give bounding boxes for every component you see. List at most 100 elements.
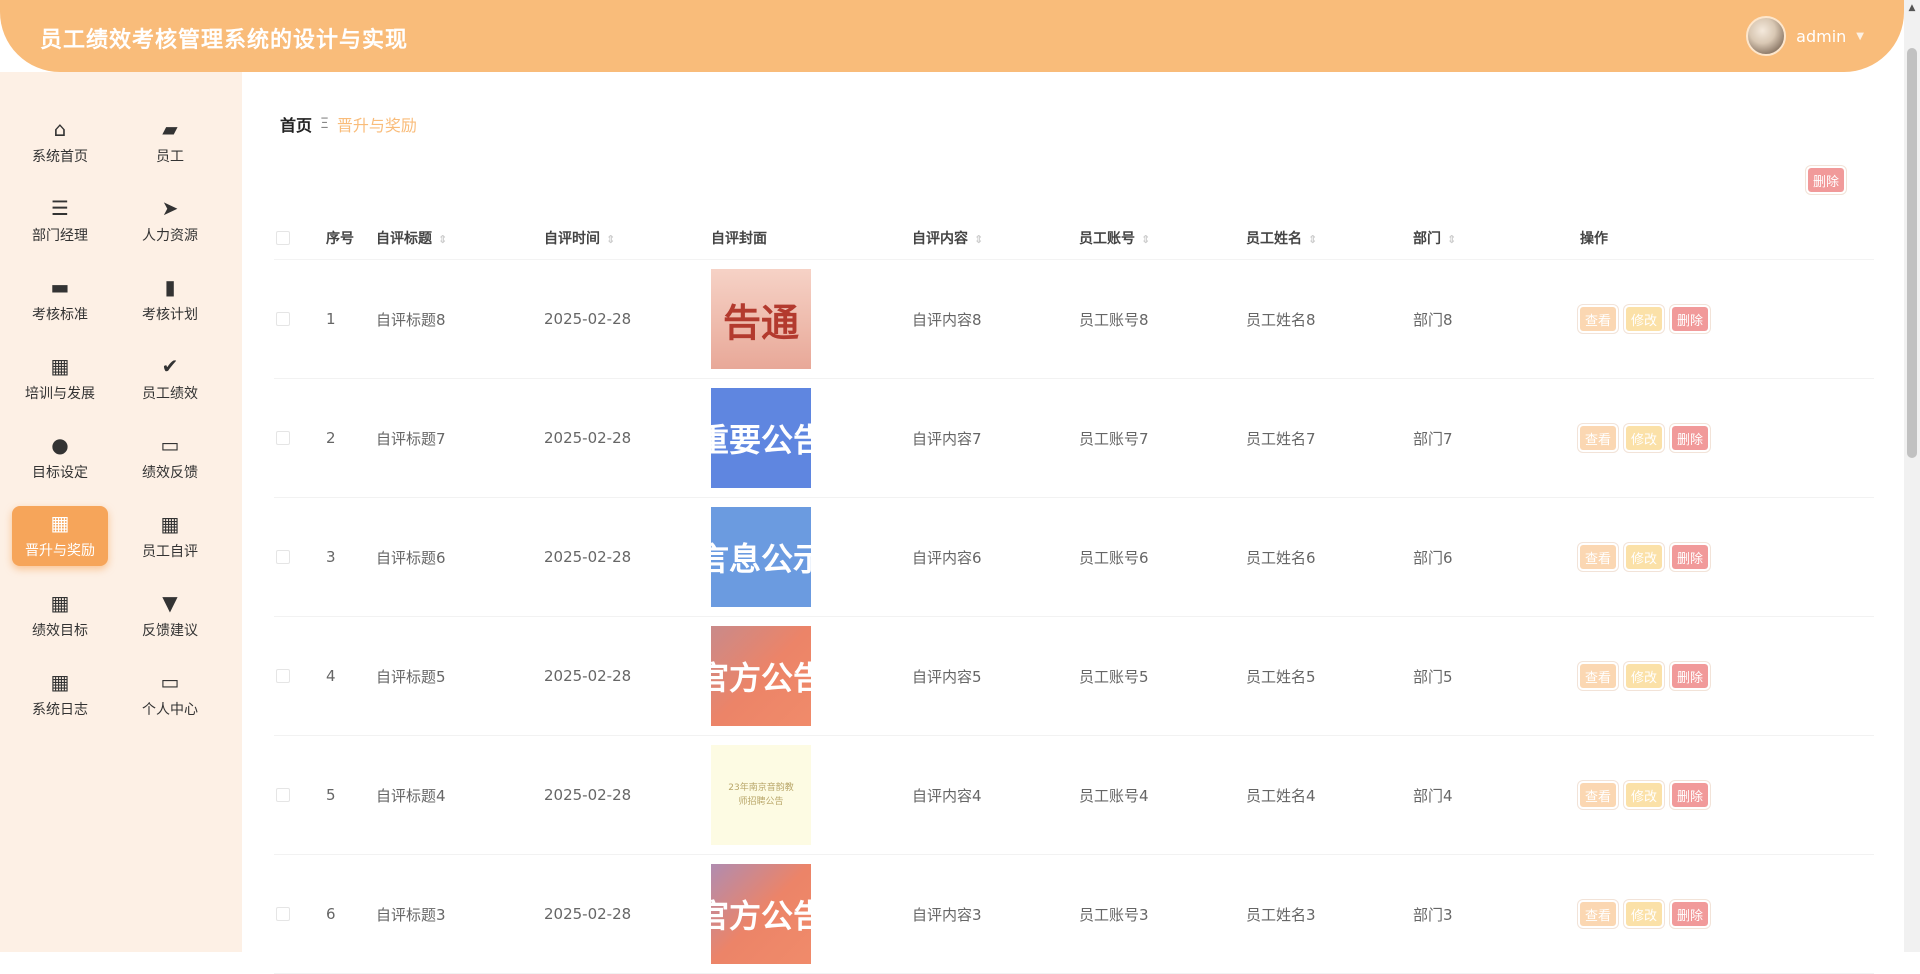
cover-image[interactable]: 官方公告 <box>711 626 811 726</box>
select-all-checkbox[interactable] <box>276 230 290 245</box>
sidebar-item-label: 培训与发展 <box>25 385 95 402</box>
edit-button[interactable]: 修改 <box>1624 424 1665 452</box>
cell-content: 自评内容5 <box>912 667 982 686</box>
breadcrumb-home[interactable]: 首页 <box>280 112 312 136</box>
row-checkbox[interactable] <box>276 788 290 802</box>
sidebar-item-9[interactable]: ▭ 绩效反馈 <box>110 418 230 497</box>
sidebar-item-6[interactable]: ▦ 培训与发展 <box>10 339 110 418</box>
cell-dept: 部门8 <box>1413 310 1453 329</box>
sidebar-menu: ⌂ 系统首页 ▰ 员工 ☰ 部门经理 ➤ 人力资源 ▬ 考核标准 ▮ 考核计划 ▦ 培训与发展 ✔ 员工绩效 ●… <box>10 102 240 734</box>
row-checkbox[interactable] <box>276 907 290 921</box>
sidebar-item-label: 反馈建议 <box>142 622 198 639</box>
sidebar-item-label: 目标设定 <box>32 464 88 481</box>
cell-no: 4 <box>326 667 336 685</box>
sidebar-item-15[interactable]: ▭ 个人中心 <box>110 655 230 734</box>
page-scrollbar[interactable]: ▲ <box>1904 0 1920 952</box>
sidebar-item-12[interactable]: ▦ 绩效目标 <box>10 576 110 655</box>
view-button[interactable]: 查看 <box>1577 781 1619 809</box>
send-icon: ➤ <box>161 195 179 220</box>
sidebar-item-7[interactable]: ✔ 员工绩效 <box>110 339 230 418</box>
edit-button[interactable]: 修改 <box>1624 900 1665 928</box>
table-row: 3 自评标题6 2025-02-28 言息公示 自评内容6 员工账号6 员工姓名6 部门6 查看… <box>274 498 1874 617</box>
header-title[interactable]: 自评标题 ⇕ <box>376 228 544 248</box>
cover-image[interactable]: 言息公示 <box>711 507 811 607</box>
user-icon: ● <box>51 432 69 457</box>
delete-button[interactable]: 删除 <box>1670 781 1711 809</box>
cell-dept: 部门7 <box>1413 429 1453 448</box>
view-button[interactable]: 查看 <box>1577 424 1619 452</box>
cover-image[interactable]: 重要公告 <box>711 388 811 488</box>
cell-content: 自评内容3 <box>912 905 982 924</box>
cover-image[interactable]: 23年南京音韵教师招聘公告 <box>711 745 811 845</box>
avatar[interactable] <box>1746 16 1787 56</box>
view-button[interactable]: 查看 <box>1577 900 1619 928</box>
sidebar-item-14[interactable]: ▦ 系统日志 <box>10 655 110 734</box>
caret-down-icon[interactable]: ▼ <box>1856 31 1864 42</box>
edit-button[interactable]: 修改 <box>1624 305 1665 333</box>
cell-time: 2025-02-28 <box>544 548 632 566</box>
sidebar-item-label: 个人中心 <box>142 701 198 718</box>
header-content[interactable]: 自评内容 ⇕ <box>912 228 1079 248</box>
delete-button[interactable]: 删除 <box>1670 662 1711 690</box>
sidebar-item-label: 晋升与奖励 <box>25 543 95 559</box>
cell-name: 员工姓名6 <box>1246 548 1316 567</box>
view-button[interactable]: 查看 <box>1577 662 1619 690</box>
header-ops: 操作 <box>1580 230 1608 247</box>
card-icon: ▭ <box>160 669 180 694</box>
header-time[interactable]: 自评时间 ⇕ <box>544 228 711 248</box>
breadcrumb-separator-icon: Ξ <box>320 116 329 132</box>
cell-content: 自评内容7 <box>912 429 982 448</box>
view-button[interactable]: 查看 <box>1577 305 1619 333</box>
sidebar-item-label: 员工 <box>156 148 184 165</box>
cell-dept: 部门4 <box>1413 786 1453 805</box>
cell-no: 3 <box>326 548 336 566</box>
cell-title: 自评标题3 <box>376 905 446 924</box>
scroll-thumb[interactable] <box>1907 48 1917 458</box>
edit-button[interactable]: 修改 <box>1624 781 1665 809</box>
row-checkbox[interactable] <box>276 669 290 683</box>
delete-button[interactable]: 删除 <box>1670 305 1711 333</box>
grid-icon: ▦ <box>50 669 70 694</box>
sidebar-item-11[interactable]: ▦ 员工自评 <box>110 497 230 576</box>
sidebar-item-2[interactable]: ☰ 部门经理 <box>10 181 110 260</box>
row-checkbox[interactable] <box>276 312 290 326</box>
sidebar-item-4[interactable]: ▬ 考核标准 <box>10 260 110 339</box>
sort-icon: ⇕ <box>1308 232 1318 246</box>
sidebar-item-3[interactable]: ➤ 人力资源 <box>110 181 230 260</box>
sidebar-item-5[interactable]: ▮ 考核计划 <box>110 260 230 339</box>
delete-button[interactable]: 删除 <box>1670 424 1711 452</box>
cell-title: 自评标题4 <box>376 786 446 805</box>
sidebar-item-8[interactable]: ● 目标设定 <box>10 418 110 497</box>
batch-delete-button[interactable]: 删除 <box>1805 166 1847 194</box>
header-dept[interactable]: 部门 ⇕ <box>1413 228 1580 248</box>
records-table: 序号 自评标题 ⇕ 自评时间 ⇕ 自评封面 自评内容 ⇕ 员工账号 ⇕ 员工姓名 ⇕ 部门… <box>274 216 1874 974</box>
sidebar: ⌂ 系统首页 ▰ 员工 ☰ 部门经理 ➤ 人力资源 ▬ 考核标准 ▮ 考核计划 ▦ 培训与发展 ✔ 员工绩效 ●… <box>0 72 242 952</box>
table-row: 4 自评标题5 2025-02-28 官方公告 自评内容5 员工账号5 员工姓名5 部门5 查看… <box>274 617 1874 736</box>
sidebar-item-label: 考核标准 <box>32 306 88 323</box>
cell-title: 自评标题7 <box>376 429 446 448</box>
sidebar-item-13[interactable]: ▼ 反馈建议 <box>110 576 230 655</box>
delete-button[interactable]: 删除 <box>1670 900 1711 928</box>
cover-image[interactable]: 官方公告 <box>711 864 811 964</box>
sidebar-item-10[interactable]: ▦ 晋升与奖励 <box>12 506 108 566</box>
table-row: 6 自评标题3 2025-02-28 官方公告 自评内容3 员工账号3 员工姓名3 部门3 查看… <box>274 855 1874 974</box>
cell-time: 2025-02-28 <box>544 667 632 685</box>
cell-account: 员工账号3 <box>1079 905 1149 924</box>
edit-button[interactable]: 修改 <box>1624 543 1665 571</box>
scroll-up-arrow-icon[interactable]: ▲ <box>1904 0 1920 16</box>
cell-title: 自评标题6 <box>376 548 446 567</box>
username[interactable]: admin <box>1796 27 1846 46</box>
cover-image[interactable]: 告通 <box>711 269 811 369</box>
sidebar-item-1[interactable]: ▰ 员工 <box>110 102 230 181</box>
sidebar-item-label: 系统日志 <box>32 701 88 718</box>
header-name[interactable]: 员工姓名 ⇕ <box>1246 228 1413 248</box>
row-checkbox[interactable] <box>276 431 290 445</box>
user-menu[interactable]: admin ▼ <box>1746 16 1864 56</box>
edit-button[interactable]: 修改 <box>1624 662 1665 690</box>
header-account[interactable]: 员工账号 ⇕ <box>1079 228 1246 248</box>
delete-button[interactable]: 删除 <box>1670 543 1711 571</box>
sidebar-item-0[interactable]: ⌂ 系统首页 <box>10 102 110 181</box>
app-title: 员工绩效考核管理系统的设计与实现 <box>40 28 409 53</box>
view-button[interactable]: 查看 <box>1577 543 1619 571</box>
row-checkbox[interactable] <box>276 550 290 564</box>
